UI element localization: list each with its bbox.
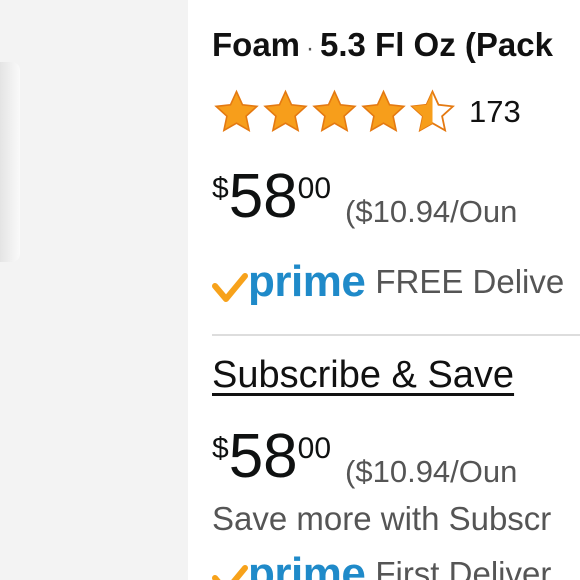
- price-whole: 58: [228, 162, 298, 231]
- product-title-name: Foam: [212, 26, 301, 63]
- unit-price: ($10.94/Oun: [345, 194, 518, 229]
- delivery-text: FREE Delive: [375, 263, 565, 300]
- product-image-panel[interactable]: [0, 0, 188, 580]
- rating-row[interactable]: 173: [212, 88, 521, 136]
- star-full-icon: [214, 89, 259, 132]
- star-full-icon: [263, 89, 308, 132]
- price-fraction: 00: [297, 432, 332, 465]
- price-fraction: 00: [297, 172, 332, 205]
- prime-wordmark: prime: [248, 549, 366, 580]
- product-details: Foam · 5.3 Fl Oz (Pack 173 $ 58 00 ($10.94…: [212, 0, 580, 580]
- prime-delivery-row: prime FREE Delive: [212, 256, 564, 308]
- star-full-icon: [361, 89, 406, 132]
- product-title: Foam · 5.3 Fl Oz (Pack: [212, 26, 553, 64]
- star-half-icon: [410, 89, 455, 133]
- product-size: 5.3 Fl Oz (Pack: [320, 26, 553, 63]
- price: $ 58 00 ($10.94/Oun: [212, 164, 517, 230]
- price-currency: $: [212, 172, 229, 205]
- subscribe-prime-row: prime First Deliver: [212, 548, 551, 580]
- star-rating[interactable]: [212, 88, 457, 136]
- price-whole: 58: [228, 422, 298, 491]
- subscribe-save-link[interactable]: Subscribe & Save: [212, 354, 514, 397]
- prime-wordmark: prime: [248, 257, 366, 306]
- prime-logo: prime: [212, 549, 366, 580]
- unit-price: ($10.94/Oun: [345, 454, 518, 489]
- save-more-text: Save more with Subscr: [212, 500, 552, 537]
- prime-check-icon: [212, 273, 248, 302]
- section-divider: [212, 334, 580, 336]
- subscribe-price: $ 58 00 ($10.94/Oun: [212, 424, 517, 490]
- price-currency: $: [212, 432, 229, 465]
- title-separator: ·: [306, 35, 315, 62]
- first-delivery-text: First Deliver: [375, 555, 552, 580]
- star-full-icon: [312, 89, 357, 132]
- prime-check-icon: [212, 565, 248, 580]
- prime-logo: prime: [212, 257, 366, 306]
- product-image: [0, 62, 20, 262]
- review-count[interactable]: 173: [469, 94, 521, 130]
